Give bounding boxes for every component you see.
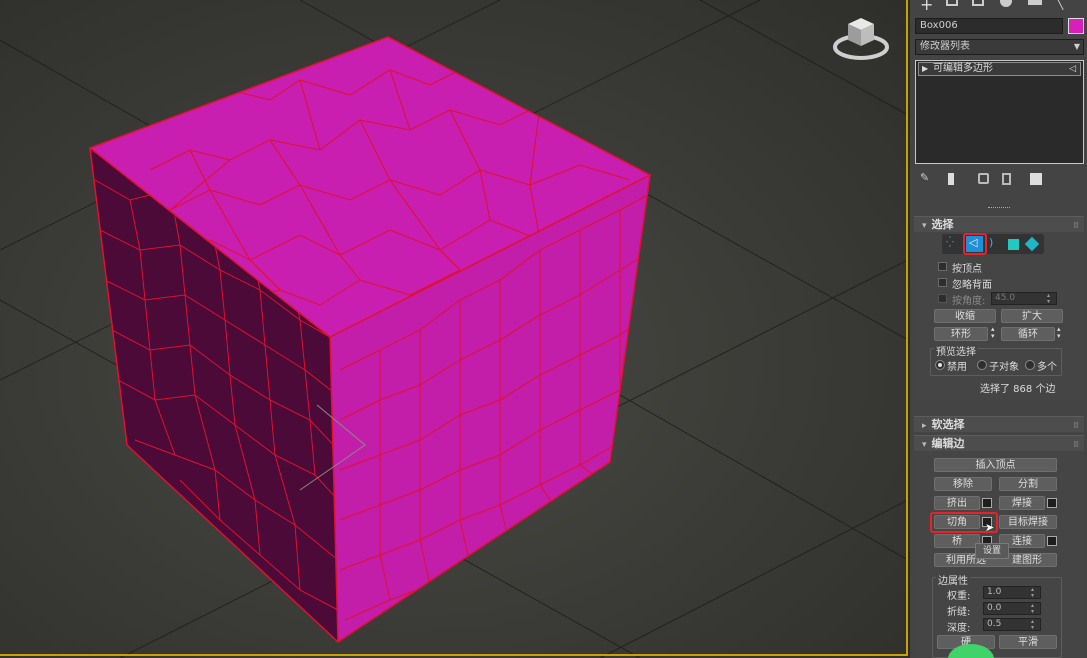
element-mode-icon[interactable] xyxy=(1024,236,1040,252)
target-weld-button[interactable]: 目标焊接 xyxy=(999,515,1057,529)
polygon-mode-icon[interactable] xyxy=(1008,239,1019,250)
object-name-field[interactable]: Box006 xyxy=(915,18,1063,34)
weld-button[interactable]: 焊接 xyxy=(999,496,1045,510)
bridge-button[interactable]: 桥 xyxy=(934,534,980,548)
dropdown-arrow-icon: ▼ xyxy=(1073,42,1080,51)
expand-arrow-icon[interactable]: ▶ xyxy=(922,63,928,75)
edge-mode-icon: ◁ xyxy=(969,236,978,249)
select-rollout-header[interactable]: 选择⁞⁞ xyxy=(914,216,1084,232)
select-rollout: 选择⁞⁞ ⁛ ◁ ) 按顶点 忽略背面 按角度: 45.0 收缩 扩大 环形 ▴… xyxy=(914,216,1084,400)
crease-label: 折缝: xyxy=(947,607,971,618)
panel-tabs: + ╲ xyxy=(920,0,1080,14)
pin-stack-icon[interactable]: ✎ xyxy=(920,171,929,184)
remove-modifier-icon[interactable] xyxy=(1002,173,1011,185)
connect-settings-button[interactable] xyxy=(1047,536,1057,546)
preview-multi-label: 多个 xyxy=(1037,362,1057,373)
weld-settings-button[interactable] xyxy=(1047,498,1057,508)
by-angle-checkbox[interactable] xyxy=(938,294,947,303)
extrude-settings-button[interactable] xyxy=(982,498,992,508)
settings-tooltip: 设置 xyxy=(975,543,1009,559)
display-tab-icon[interactable] xyxy=(1028,0,1042,5)
edit-edges-header[interactable]: 编辑边⁞⁞ xyxy=(914,435,1084,451)
smooth-button[interactable]: 平滑 xyxy=(999,635,1057,649)
utilities-tab-icon[interactable]: ╲ xyxy=(1056,0,1063,10)
subobject-edge-icon: ◁ xyxy=(1069,64,1076,74)
edit-edges-title: 编辑边 xyxy=(931,437,965,450)
show-end-result-icon[interactable] xyxy=(948,173,954,185)
soft-selection-title: 软选择 xyxy=(931,418,965,431)
subobject-buttons: ⁛ ◁ ) xyxy=(942,234,1044,254)
weight-spinner[interactable]: 1.0 xyxy=(983,586,1041,599)
loop-spinner-icon[interactable]: ▴ ▾ xyxy=(1057,326,1061,340)
stack-item-label: 可编辑多边形 xyxy=(933,63,993,74)
shrink-button[interactable]: 收缩 xyxy=(934,309,996,323)
soft-selection-rollout: 软选择⁞⁞ xyxy=(914,416,1084,434)
modifier-list-dropdown[interactable]: 修改器列表 ▼ xyxy=(915,39,1084,55)
grow-button[interactable]: 扩大 xyxy=(1001,309,1063,323)
configure-sets-icon[interactable] xyxy=(1030,173,1042,185)
mouse-cursor-icon: ➤ xyxy=(985,521,995,534)
motion-tab-icon[interactable] xyxy=(1000,0,1012,7)
vertex-mode-icon[interactable]: ⁛ xyxy=(946,237,961,252)
remove-button[interactable]: 移除 xyxy=(934,477,992,491)
chamfer-button[interactable]: 切角 xyxy=(934,515,980,529)
select-rollout-title: 选择 xyxy=(931,218,954,231)
by-angle-label: 按角度: xyxy=(952,296,986,307)
preview-selection-group: 预览选择 禁用 子对象 多个 xyxy=(930,343,1062,376)
modifier-list-label: 修改器列表 xyxy=(920,41,970,52)
split-button[interactable]: 分割 xyxy=(999,477,1057,491)
edge-mode-button[interactable]: ◁ xyxy=(966,236,983,252)
ignore-backfacing-label: 忽略背面 xyxy=(952,280,992,291)
loop-button[interactable]: 循环 xyxy=(1001,327,1055,341)
insert-vertex-button[interactable]: 插入顶点 xyxy=(934,458,1057,472)
ring-button[interactable]: 环形 xyxy=(934,327,988,341)
make-unique-icon[interactable] xyxy=(978,173,989,184)
create-shape-label-right: 建图形 xyxy=(1012,555,1042,566)
create-tab-icon[interactable]: + xyxy=(920,0,933,14)
extrude-button[interactable]: 挤出 xyxy=(934,496,980,510)
border-mode-icon[interactable]: ) xyxy=(989,236,1004,251)
preview-off-label: 禁用 xyxy=(947,362,967,373)
rollout-divider[interactable] xyxy=(988,207,1010,209)
modifier-stack[interactable]: ▶ 可编辑多边形 ◁ xyxy=(915,60,1084,164)
preview-off-radio[interactable] xyxy=(935,360,945,370)
stack-item-editable-poly[interactable]: ▶ 可编辑多边形 ◁ xyxy=(918,62,1081,76)
ignore-backfacing-checkbox[interactable] xyxy=(938,278,947,287)
weight-label: 权重: xyxy=(947,591,971,602)
by-vertex-checkbox[interactable] xyxy=(938,262,947,271)
angle-spinner[interactable]: 45.0 xyxy=(991,292,1057,305)
preview-subobject-label: 子对象 xyxy=(989,362,1019,373)
depth-label: 深度: xyxy=(947,623,971,634)
object-color-swatch[interactable] xyxy=(1068,18,1084,34)
viewcube-icon[interactable] xyxy=(832,10,892,62)
perspective-viewport[interactable] xyxy=(0,0,908,658)
hierarchy-tab-icon[interactable] xyxy=(972,0,984,6)
preview-selection-title: 预览选择 xyxy=(934,343,978,358)
ring-spinner-icon[interactable]: ▴ ▾ xyxy=(991,326,995,340)
soft-selection-header[interactable]: 软选择⁞⁞ xyxy=(914,416,1084,432)
depth-spinner[interactable]: 0.5 xyxy=(983,618,1041,631)
by-vertex-label: 按顶点 xyxy=(952,264,982,275)
selection-status: 选择了 868 个边 xyxy=(980,384,1056,395)
stack-toolbar: ✎ xyxy=(918,171,1078,187)
edit-edges-rollout: 编辑边⁞⁞ 插入顶点 移除 分割 挤出 焊接 切角 ➤ 目标焊接 桥 连接 利用… xyxy=(914,435,1084,658)
preview-multi-radio[interactable] xyxy=(1025,360,1035,370)
modify-tab-icon[interactable] xyxy=(946,0,958,6)
preview-subobject-radio[interactable] xyxy=(977,360,987,370)
viewport-scene[interactable] xyxy=(0,0,908,658)
edge-properties-title: 边属性 xyxy=(936,572,970,587)
command-panel: + ╲ Box006 修改器列表 ▼ ▶ 可编辑多边形 ◁ ✎ 选择⁞⁞ ⁛ xyxy=(910,0,1087,658)
crease-spinner[interactable]: 0.0 xyxy=(983,602,1041,615)
edge-properties-group: 边属性 权重: 1.0 折缝: 0.0 深度: 0.5 硬 平滑 xyxy=(932,572,1062,658)
